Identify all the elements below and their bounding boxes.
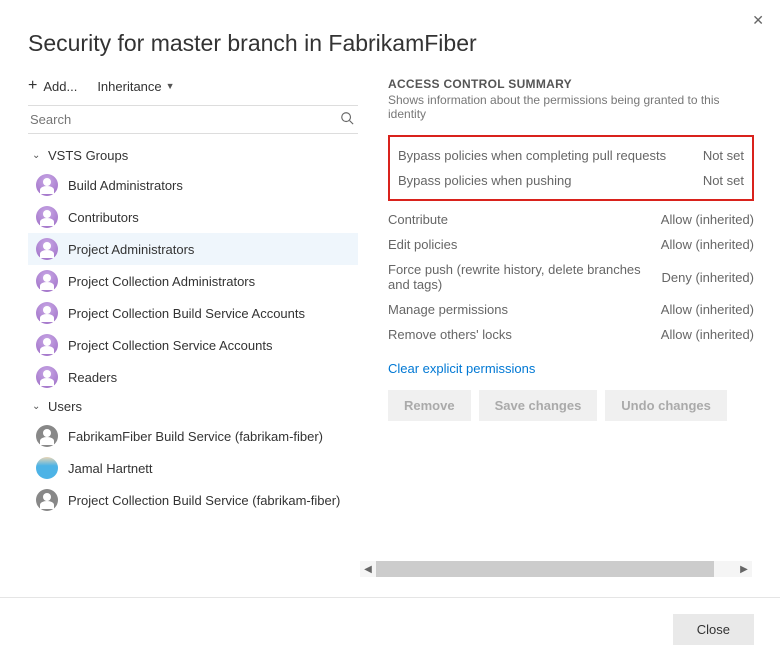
list-item-label: Project Administrators: [68, 242, 194, 257]
group-avatar-icon: [36, 270, 58, 292]
horizontal-scrollbar[interactable]: ◀ ▶: [360, 561, 752, 577]
clear-permissions-link[interactable]: Clear explicit permissions: [388, 361, 754, 376]
permission-name: Remove others' locks: [388, 327, 512, 342]
user-avatar-icon: [36, 489, 58, 511]
group-avatar-icon: [36, 206, 58, 228]
group-avatar-icon: [36, 334, 58, 356]
chevron-down-icon: ⌄: [32, 150, 44, 161]
permission-name: Bypass policies when pushing: [398, 173, 571, 188]
group-avatar-icon: [36, 302, 58, 324]
sidebar-item-proj-coll-build-svc[interactable]: Project Collection Build Service Account…: [28, 297, 358, 329]
list-item-label: Project Collection Build Service (fabrik…: [68, 493, 340, 508]
undo-button[interactable]: Undo changes: [605, 390, 727, 421]
group-header-users[interactable]: ⌄ Users: [28, 393, 358, 420]
highlighted-permissions: Bypass policies when completing pull req…: [388, 135, 754, 201]
sidebar-item-project-admins[interactable]: Project Administrators: [28, 233, 358, 265]
sidebar-item-contributors[interactable]: Contributors: [28, 201, 358, 233]
scrollbar-track[interactable]: [376, 561, 736, 577]
permission-value: Allow (inherited): [651, 237, 754, 252]
permission-row[interactable]: Force push (rewrite history, delete bran…: [388, 257, 754, 297]
scroll-left-icon[interactable]: ◀: [360, 561, 376, 577]
permission-row[interactable]: Bypass policies when pushing Not set: [398, 168, 744, 193]
sidebar-item-jamal[interactable]: Jamal Hartnett: [28, 452, 358, 484]
group-label: Users: [48, 399, 82, 414]
permission-value: Deny (inherited): [652, 270, 755, 285]
permission-row[interactable]: Bypass policies when completing pull req…: [398, 143, 744, 168]
scroll-right-icon[interactable]: ▶: [736, 561, 752, 577]
chevron-down-icon: ▼: [166, 81, 175, 91]
list-item-label: Build Administrators: [68, 178, 183, 193]
group-header-vsts[interactable]: ⌄ VSTS Groups: [28, 142, 358, 169]
permission-value: Not set: [693, 173, 744, 188]
list-item-label: Contributors: [68, 210, 139, 225]
summary-title: ACCESS CONTROL SUMMARY: [388, 77, 754, 91]
add-label: Add...: [43, 79, 77, 94]
chevron-down-icon: ⌄: [32, 401, 44, 412]
permission-value: Allow (inherited): [651, 302, 754, 317]
permission-value: Not set: [693, 148, 744, 163]
group-label: VSTS Groups: [48, 148, 128, 163]
inheritance-dropdown[interactable]: Inheritance ▼: [97, 79, 174, 94]
list-item-label: Readers: [68, 370, 117, 385]
permission-value: Allow (inherited): [651, 212, 754, 227]
sidebar-item-proj-coll-admins[interactable]: Project Collection Administrators: [28, 265, 358, 297]
permission-name: Edit policies: [388, 237, 457, 252]
save-button[interactable]: Save changes: [479, 390, 598, 421]
permission-name: Force push (rewrite history, delete bran…: [388, 262, 652, 292]
list-item-label: FabrikamFiber Build Service (fabrikam-fi…: [68, 429, 323, 444]
remove-button[interactable]: Remove: [388, 390, 471, 421]
plus-icon: +: [28, 77, 37, 95]
list-item-label: Project Collection Administrators: [68, 274, 255, 289]
list-item-label: Jamal Hartnett: [68, 461, 153, 476]
user-avatar-icon: [36, 457, 58, 479]
sidebar-item-proj-coll-svc[interactable]: Project Collection Service Accounts: [28, 329, 358, 361]
permission-name: Bypass policies when completing pull req…: [398, 148, 666, 163]
close-button[interactable]: Close: [673, 614, 754, 645]
scrollbar-thumb[interactable]: [376, 561, 714, 577]
permission-value: Allow (inherited): [651, 327, 754, 342]
inheritance-label: Inheritance: [97, 79, 161, 94]
page-title: Security for master branch in FabrikamFi…: [0, 0, 780, 77]
sidebar-item-fabrikam-build-svc[interactable]: FabrikamFiber Build Service (fabrikam-fi…: [28, 420, 358, 452]
sidebar-item-build-admins[interactable]: Build Administrators: [28, 169, 358, 201]
add-button[interactable]: + Add...: [28, 77, 77, 95]
list-item-label: Project Collection Build Service Account…: [68, 306, 305, 321]
search-icon[interactable]: [340, 111, 354, 128]
group-avatar-icon: [36, 174, 58, 196]
permission-name: Contribute: [388, 212, 448, 227]
search-input[interactable]: [30, 112, 340, 127]
sidebar-item-proj-coll-build-svc-user[interactable]: Project Collection Build Service (fabrik…: [28, 484, 358, 516]
summary-subtitle: Shows information about the permissions …: [388, 93, 754, 121]
permission-row[interactable]: Edit policies Allow (inherited): [388, 232, 754, 257]
permission-row[interactable]: Remove others' locks Allow (inherited): [388, 322, 754, 347]
user-avatar-icon: [36, 425, 58, 447]
list-item-label: Project Collection Service Accounts: [68, 338, 272, 353]
close-icon[interactable]: ✕: [748, 8, 768, 33]
group-avatar-icon: [36, 238, 58, 260]
permission-row[interactable]: Contribute Allow (inherited): [388, 207, 754, 232]
search-container: [28, 105, 358, 134]
sidebar-item-readers[interactable]: Readers: [28, 361, 358, 393]
permission-name: Manage permissions: [388, 302, 508, 317]
permission-row[interactable]: Manage permissions Allow (inherited): [388, 297, 754, 322]
group-avatar-icon: [36, 366, 58, 388]
